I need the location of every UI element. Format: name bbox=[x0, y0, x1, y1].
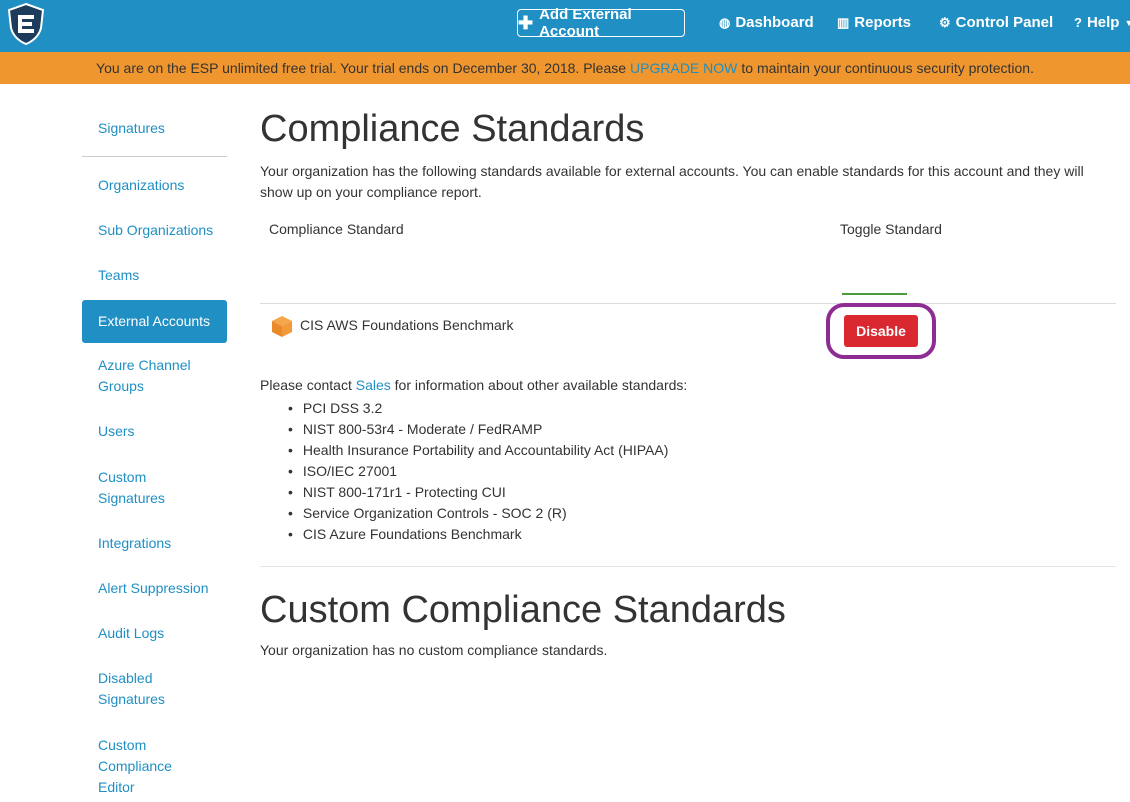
banner-text-after: to maintain your continuous security pro… bbox=[741, 60, 1034, 76]
plus-icon: ✚ bbox=[518, 13, 534, 33]
banner-text-before: You are on the ESP unlimited free trial.… bbox=[96, 60, 627, 76]
dashboard-icon: ◍ bbox=[719, 14, 731, 30]
list-item: PCI DSS 3.2 bbox=[286, 398, 668, 419]
nav-control-panel[interactable]: ⚙ Control Panel bbox=[939, 14, 1053, 31]
sidebar-item-teams[interactable]: Teams bbox=[82, 265, 227, 286]
nav-dashboard-label: Dashboard bbox=[735, 14, 814, 31]
shield-logo-icon[interactable] bbox=[6, 2, 46, 46]
list-item: NIST 800-171r1 - Protecting CUI bbox=[286, 482, 668, 503]
upgrade-now-link[interactable]: UPGRADE NOW bbox=[630, 60, 737, 76]
standard-name: CIS AWS Foundations Benchmark bbox=[300, 317, 514, 333]
nav-help[interactable]: ? Help ▼ bbox=[1074, 14, 1130, 31]
status-indicator-line bbox=[842, 293, 907, 295]
gears-icon: ⚙ bbox=[939, 14, 951, 30]
list-item: Health Insurance Portability and Account… bbox=[286, 440, 668, 461]
sidebar-item-users[interactable]: Users bbox=[82, 421, 227, 442]
nav-help-label: Help bbox=[1086, 14, 1120, 31]
sidebar-item-disabled-signatures[interactable]: Disabled Signatures bbox=[82, 668, 182, 710]
trial-banner: You are on the ESP unlimited free trial.… bbox=[0, 52, 1130, 84]
table-row-divider bbox=[260, 303, 1116, 304]
nav-dashboard[interactable]: ◍ Dashboard bbox=[719, 14, 814, 31]
add-external-account-button[interactable]: ✚ Add External Account bbox=[517, 6, 685, 40]
sidebar-item-custom-signatures[interactable]: Custom Signatures bbox=[82, 467, 182, 509]
list-item: ISO/IEC 27001 bbox=[286, 461, 668, 482]
bar-chart-icon: ▥ bbox=[837, 14, 850, 30]
nav-control-panel-label: Control Panel bbox=[955, 14, 1054, 31]
list-item: CIS Azure Foundations Benchmark bbox=[286, 524, 668, 545]
aws-box-icon bbox=[272, 316, 292, 337]
nav-reports-label: Reports bbox=[854, 14, 911, 31]
list-item: NIST 800-53r4 - Moderate / FedRAMP bbox=[286, 419, 668, 440]
sidebar-item-integrations[interactable]: Integrations bbox=[82, 533, 227, 554]
section-divider bbox=[260, 566, 1116, 567]
sidebar-item-azure-channel-groups[interactable]: Azure Channel Groups bbox=[82, 355, 202, 397]
column-header-toggle: Toggle Standard bbox=[840, 221, 942, 237]
sidebar-item-sub-organizations[interactable]: Sub Organizations bbox=[82, 220, 227, 241]
custom-standards-title: Custom Compliance Standards bbox=[260, 589, 786, 631]
caret-down-icon: ▼ bbox=[1124, 17, 1130, 28]
intro-text: Your organization has the following stan… bbox=[260, 163, 1084, 200]
sidebar-item-organizations[interactable]: Organizations bbox=[82, 175, 227, 196]
custom-standards-note: Your organization has no custom complian… bbox=[260, 642, 608, 658]
disable-button[interactable]: Disable bbox=[844, 315, 918, 347]
column-header-standard: Compliance Standard bbox=[269, 221, 404, 237]
sidebar-divider bbox=[82, 156, 227, 157]
highlight-annotation: Disable bbox=[826, 303, 936, 359]
sales-link[interactable]: Sales bbox=[356, 377, 391, 393]
add-external-account-label: Add External Account bbox=[539, 6, 632, 40]
sidebar-item-external-accounts[interactable]: External Accounts bbox=[82, 300, 227, 343]
list-item: Service Organization Controls - SOC 2 (R… bbox=[286, 503, 668, 524]
contact-after: for information about other available st… bbox=[394, 377, 688, 393]
question-icon: ? bbox=[1074, 15, 1082, 30]
contact-before: Please contact bbox=[260, 377, 352, 393]
sidebar-item-signatures[interactable]: Signatures bbox=[82, 118, 227, 139]
nav-reports[interactable]: ▥ Reports bbox=[837, 14, 911, 31]
other-standards-list: PCI DSS 3.2 NIST 800-53r4 - Moderate / F… bbox=[286, 398, 668, 545]
page-title: Compliance Standards bbox=[260, 108, 645, 150]
sidebar-item-alert-suppression[interactable]: Alert Suppression bbox=[82, 578, 227, 599]
top-navbar: ✚ Add External Account ◍ Dashboard ▥ Rep… bbox=[0, 0, 1130, 52]
contact-text: Please contact Sales for information abo… bbox=[260, 377, 687, 393]
sidebar-item-audit-logs[interactable]: Audit Logs bbox=[82, 623, 227, 644]
sidebar-item-custom-compliance-editor[interactable]: Custom Compliance Editor bbox=[82, 735, 212, 798]
